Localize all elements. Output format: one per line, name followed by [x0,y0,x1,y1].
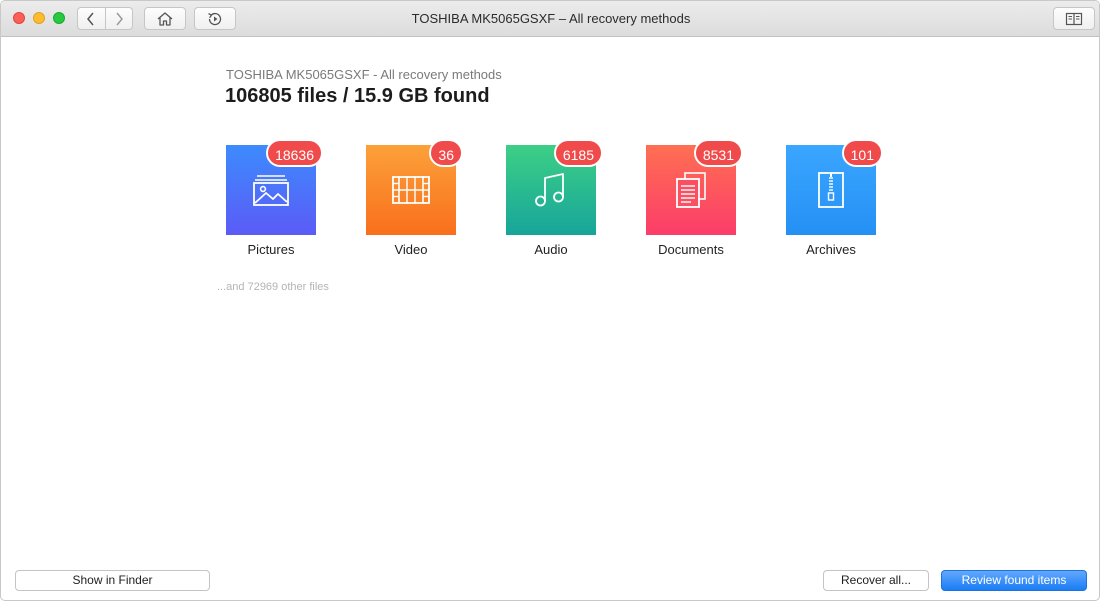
window-title: TOSHIBA MK5065GSXF – All recovery method… [411,11,691,26]
category-label: Video [394,242,428,257]
other-files-link[interactable]: ...and 72969 other files [217,281,329,293]
category-label: Pictures [247,242,295,257]
category-tile[interactable]: 8531 [646,139,743,235]
category-tile[interactable]: 6185 [506,139,603,235]
category-tile[interactable]: 18636 [226,139,323,235]
category-video[interactable]: 36 Video [366,139,463,257]
show-in-finder-button[interactable]: Show in Finder [15,570,210,591]
music-note-icon [535,173,564,207]
category-label: Archives [806,242,856,257]
review-found-items-button[interactable]: Review found items [941,570,1087,591]
film-icon [392,176,430,204]
category-label: Audio [534,242,568,257]
category-documents[interactable]: 8531 Documents [646,139,743,257]
found-summary: 106805 files / 15.9 GB found [225,85,490,107]
recover-all-button[interactable]: Recover all... [823,570,929,591]
scan-subtitle: TOSHIBA MK5065GSXF - All recovery method… [226,67,502,82]
picture-icon [253,175,289,206]
category-tile[interactable]: 101 [786,139,883,235]
category-label: Documents [658,242,724,257]
file-count-badge: 6185 [553,139,603,167]
book-icon [1065,12,1083,25]
app-window: TOSHIBA MK5065GSXF – All recovery method… [0,0,1100,601]
category-pictures[interactable]: 18636 Pictures [226,139,323,257]
category-tile[interactable]: 36 [366,139,463,235]
file-count-badge: 8531 [693,139,743,167]
file-count-badge: 101 [841,139,883,167]
zip-icon [818,172,844,208]
results-panel: TOSHIBA MK5065GSXF - All recovery method… [1,38,1099,600]
document-icon [676,172,706,208]
file-count-badge: 18636 [266,139,323,167]
category-archives[interactable]: 101 Archives [786,139,883,257]
file-count-badge: 36 [429,139,463,167]
sidebar-toggle-button[interactable] [1053,7,1095,30]
category-audio[interactable]: 6185 Audio [506,139,603,257]
title-bar: TOSHIBA MK5065GSXF – All recovery method… [1,1,1099,37]
